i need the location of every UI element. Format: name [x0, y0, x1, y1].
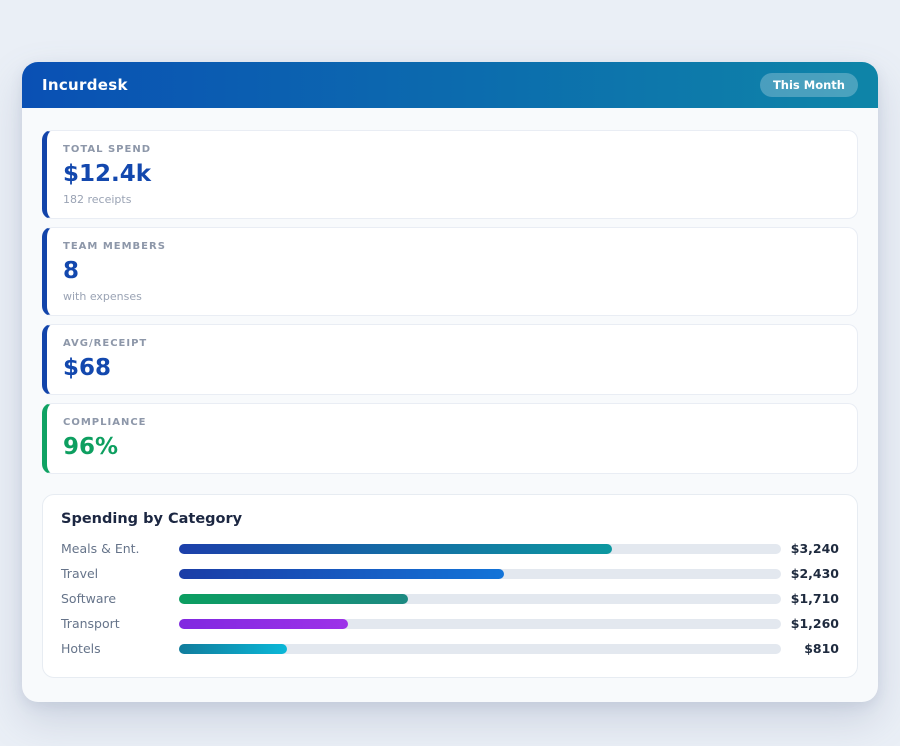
bar-fill	[179, 569, 504, 579]
category-value: $2,430	[781, 566, 839, 581]
app-header: Incurdesk This Month	[22, 62, 878, 108]
bar-track	[179, 644, 781, 654]
stat-card-avg-receipt: AVG/RECEIPT $68	[42, 324, 858, 395]
dashboard-panel: Incurdesk This Month TOTAL SPEND $12.4k 18…	[22, 62, 878, 702]
bar-fill	[179, 594, 408, 604]
stat-cards: TOTAL SPEND $12.4k 182 receipts TEAM MEMBER…	[42, 130, 858, 474]
stat-card-total-spend: TOTAL SPEND $12.4k 182 receipts	[42, 130, 858, 219]
category-rows: Meals & Ent. $3,240 Travel $2,430 Software $1…	[61, 536, 839, 661]
bar-track	[179, 619, 781, 629]
category-row: Hotels $810	[61, 636, 839, 661]
category-value: $1,710	[781, 591, 839, 606]
category-label: Hotels	[61, 641, 179, 656]
stat-value: $68	[63, 355, 841, 382]
category-label: Travel	[61, 566, 179, 581]
bar-fill	[179, 544, 612, 554]
category-row: Travel $2,430	[61, 561, 839, 586]
category-value: $810	[781, 641, 839, 656]
bar-track	[179, 594, 781, 604]
stat-value: $12.4k	[63, 161, 841, 188]
category-label: Transport	[61, 616, 179, 631]
stat-value: 96%	[63, 434, 841, 461]
category-value: $1,260	[781, 616, 839, 631]
category-row: Transport $1,260	[61, 611, 839, 636]
spending-by-category-card: Spending by Category Meals & Ent. $3,240 T…	[42, 494, 858, 678]
stat-subtext: with expenses	[63, 290, 841, 303]
stat-card-team-members: TEAM MEMBERS 8 with expenses	[42, 227, 858, 316]
stat-value: 8	[63, 258, 841, 285]
stat-label: COMPLIANCE	[63, 417, 841, 429]
chart-title: Spending by Category	[61, 511, 839, 528]
category-row: Meals & Ent. $3,240	[61, 536, 839, 561]
bar-fill	[179, 644, 287, 654]
category-label: Meals & Ent.	[61, 541, 179, 556]
stat-card-compliance: COMPLIANCE 96%	[42, 403, 858, 474]
stat-subtext: 182 receipts	[63, 193, 841, 206]
stat-label: AVG/RECEIPT	[63, 338, 841, 350]
category-label: Software	[61, 591, 179, 606]
period-badge[interactable]: This Month	[760, 73, 858, 97]
category-row: Software $1,710	[61, 586, 839, 611]
bar-fill	[179, 619, 348, 629]
stat-label: TOTAL SPEND	[63, 144, 841, 156]
bar-track	[179, 544, 781, 554]
category-value: $3,240	[781, 541, 839, 556]
bar-track	[179, 569, 781, 579]
stat-label: TEAM MEMBERS	[63, 241, 841, 253]
app-title: Incurdesk	[42, 76, 128, 94]
panel-content: TOTAL SPEND $12.4k 182 receipts TEAM MEMBER…	[22, 108, 878, 702]
